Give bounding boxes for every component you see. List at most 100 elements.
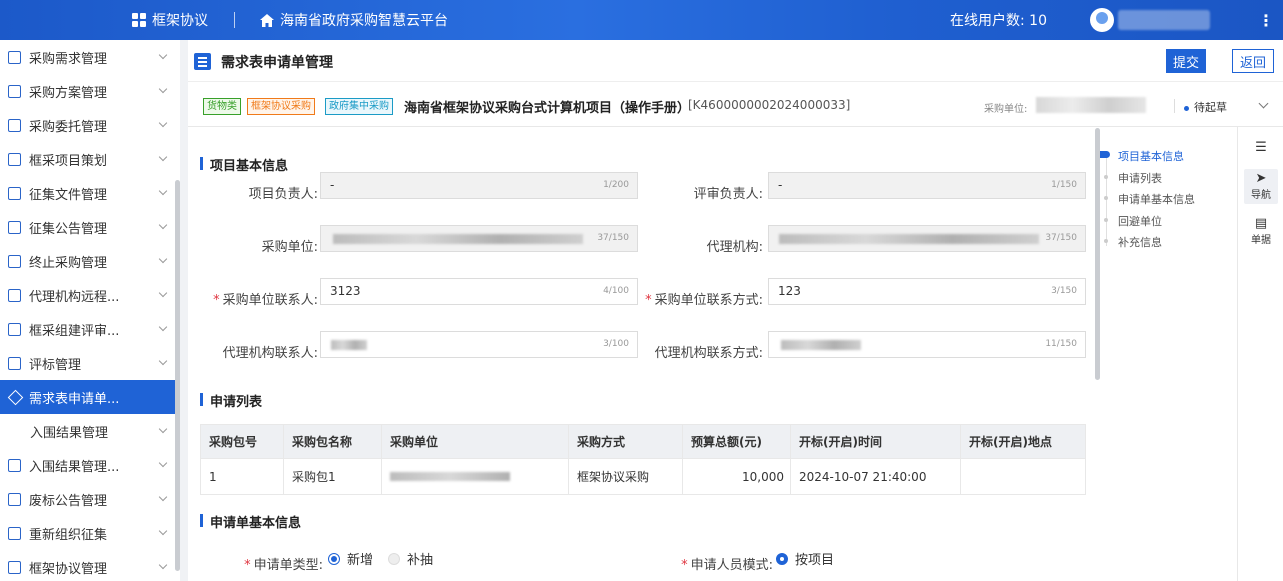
- sidebar-item-shortlist-result[interactable]: 入围结果管理: [0, 414, 180, 448]
- anchor-apply-list[interactable]: 申请列表: [1100, 170, 1230, 192]
- sidebar-item-label: 采购委托管理: [29, 119, 108, 135]
- required-mark: *: [681, 558, 688, 573]
- sidebar-item-void-notice[interactable]: 废标公告管理: [0, 482, 180, 516]
- redacted-value: [333, 234, 583, 244]
- column-header: 开标(开启)时间: [790, 424, 961, 459]
- doc-icon: [8, 118, 21, 132]
- sidebar-item-label: 框架协议管理: [29, 561, 108, 577]
- top-bar: 框架协议 海南省政府采购智慧云平台 在线用户数: 10 ⋮: [0, 0, 1283, 40]
- agency-phone-label: 代理机构联系方式:: [654, 346, 763, 361]
- more-menu-icon[interactable]: ⋮: [1258, 0, 1274, 40]
- sidebar-item-label: 需求表申请单...: [29, 391, 120, 407]
- chevron-down-icon: [158, 254, 168, 264]
- doc-icon: [8, 84, 21, 98]
- anchor-apply-basic[interactable]: 申请单基本信息: [1100, 191, 1230, 213]
- sidebar-item-evaluation[interactable]: 评标管理: [0, 346, 180, 380]
- terminate-icon: [8, 560, 21, 574]
- sidebar-item-solicit-notice[interactable]: 征集公告管理: [0, 210, 180, 244]
- submit-button[interactable]: 提交: [1166, 49, 1206, 73]
- send-icon: ➤: [1255, 171, 1267, 186]
- field-value: -: [330, 178, 335, 192]
- avatar[interactable]: [1090, 8, 1114, 32]
- chevron-down-icon: [158, 152, 168, 162]
- sidebar-item-purchase-plan[interactable]: 采购方案管理: [0, 74, 180, 108]
- page-title: 需求表申请单管理: [221, 55, 333, 71]
- sidebar-item-framework-agreement[interactable]: 框架协议管理: [0, 550, 180, 581]
- sidebar-item-agency-remote[interactable]: 代理机构远程...: [0, 278, 180, 312]
- column-header: 预算总额(元): [682, 424, 791, 459]
- sidebar-item-review-committee[interactable]: 框采组建评审...: [0, 312, 180, 346]
- doc-icon: [8, 50, 21, 64]
- char-counter: 3/150: [1051, 286, 1077, 296]
- chevron-down-icon: [158, 458, 168, 468]
- char-counter: 1/150: [1051, 180, 1077, 190]
- radio-supplement[interactable]: 补抽: [388, 549, 433, 568]
- terminate-icon: [8, 254, 21, 268]
- document-icon: ▤: [1254, 216, 1268, 231]
- anchor-avoid-units[interactable]: 回避单位: [1100, 213, 1230, 235]
- nav-label: 导航: [1251, 190, 1271, 201]
- column-header: 采购方式: [568, 424, 683, 459]
- radio-new[interactable]: 新增: [328, 549, 373, 568]
- apply-type-label: * 申请单类型:: [238, 554, 323, 573]
- folder-icon: [8, 152, 21, 166]
- chevron-down-icon[interactable]: [1258, 98, 1269, 109]
- doc-icon: [8, 356, 21, 370]
- doc-icon: [8, 220, 21, 234]
- agency-contact-input[interactable]: 3/100: [320, 331, 638, 358]
- label-text: 采购单位联系方式:: [654, 293, 763, 308]
- anchor-basic-info[interactable]: 项目基本信息: [1100, 148, 1230, 170]
- chevron-down-icon: [158, 492, 168, 502]
- sidebar-item-demand-application[interactable]: 需求表申请单...: [0, 380, 180, 414]
- purchaser-label: 采购单位:: [261, 240, 318, 255]
- back-button[interactable]: 返回: [1232, 49, 1274, 73]
- radio-by-project[interactable]: 按项目: [776, 549, 834, 568]
- label-text: 采购单位联系人:: [222, 293, 318, 308]
- app-name: 框架协议: [152, 13, 208, 29]
- column-header: 开标(开启)地点: [960, 424, 1086, 459]
- sidebar-item-solicit-docs[interactable]: 征集文件管理: [0, 176, 180, 210]
- sidebar-item-purchase-entrust[interactable]: 采购委托管理: [0, 108, 180, 142]
- radio-disabled-icon: [388, 552, 400, 565]
- sidebar-item-terminate[interactable]: 终止采购管理: [0, 244, 180, 278]
- table-row[interactable]: 1 采购包1 框架协议采购 10,000 2024-10-07 21:40:00: [200, 458, 1086, 495]
- column-header: 采购单位: [381, 424, 569, 459]
- apply-list-table: 采购包号 采购包名称 采购单位 采购方式 预算总额(元) 开标(开启)时间 开标…: [200, 424, 1086, 495]
- agency-phone-input[interactable]: 11/150: [768, 331, 1086, 358]
- user-name-redacted[interactable]: [1118, 10, 1210, 30]
- unit-value-redacted: [1036, 97, 1146, 113]
- anchor-supplement[interactable]: 补充信息: [1100, 234, 1230, 256]
- purchaser-field: 37/150: [320, 225, 638, 252]
- nav-button[interactable]: ➤ 导航: [1244, 169, 1278, 204]
- section-apply-basic: 申请单基本信息: [200, 512, 301, 531]
- project-lead-label: 项目负责人:: [248, 187, 318, 202]
- chevron-down-icon: [158, 526, 168, 536]
- radio-label: 按项目: [795, 553, 835, 568]
- type-tag: 框架协议采购: [247, 98, 315, 115]
- redacted-value: [331, 340, 367, 350]
- chevron-down-icon: [158, 560, 168, 570]
- field-value: 123: [778, 284, 801, 298]
- collapse-panel-icon[interactable]: ☰: [1244, 141, 1278, 155]
- doc-button[interactable]: ▤ 单据: [1244, 216, 1278, 247]
- required-mark: *: [244, 558, 251, 573]
- redacted-value: [390, 471, 510, 481]
- sidebar-item-label: 采购需求管理: [29, 51, 108, 67]
- chevron-down-icon: [158, 356, 168, 366]
- char-counter: 4/100: [603, 286, 629, 296]
- app-brand[interactable]: 框架协议: [132, 0, 208, 40]
- char-counter: 3/100: [603, 339, 629, 349]
- sidebar-item-purchase-demand[interactable]: 采购需求管理: [0, 40, 180, 74]
- sidebar-item-shortlist-result-more[interactable]: 入围结果管理...: [0, 448, 180, 482]
- sidebar-item-label: 框采组建评审...: [29, 323, 120, 339]
- purchaser-phone-input[interactable]: 123 3/150: [768, 278, 1086, 305]
- purchaser-contact-input[interactable]: 3123 4/100: [320, 278, 638, 305]
- sidebar-scrollbar[interactable]: [175, 180, 180, 571]
- chevron-down-icon: [158, 288, 168, 298]
- sidebar-item-project-planning[interactable]: 框采项目策划: [0, 142, 180, 176]
- agency-contact-label: 代理机构联系人:: [222, 346, 318, 361]
- chevron-down-icon: [158, 84, 168, 94]
- platform-home-link[interactable]: 海南省政府采购智慧云平台: [260, 0, 448, 40]
- page-header: 需求表申请单管理 提交 返回: [188, 40, 1283, 82]
- sidebar-item-reorganize[interactable]: 重新组织征集: [0, 516, 180, 550]
